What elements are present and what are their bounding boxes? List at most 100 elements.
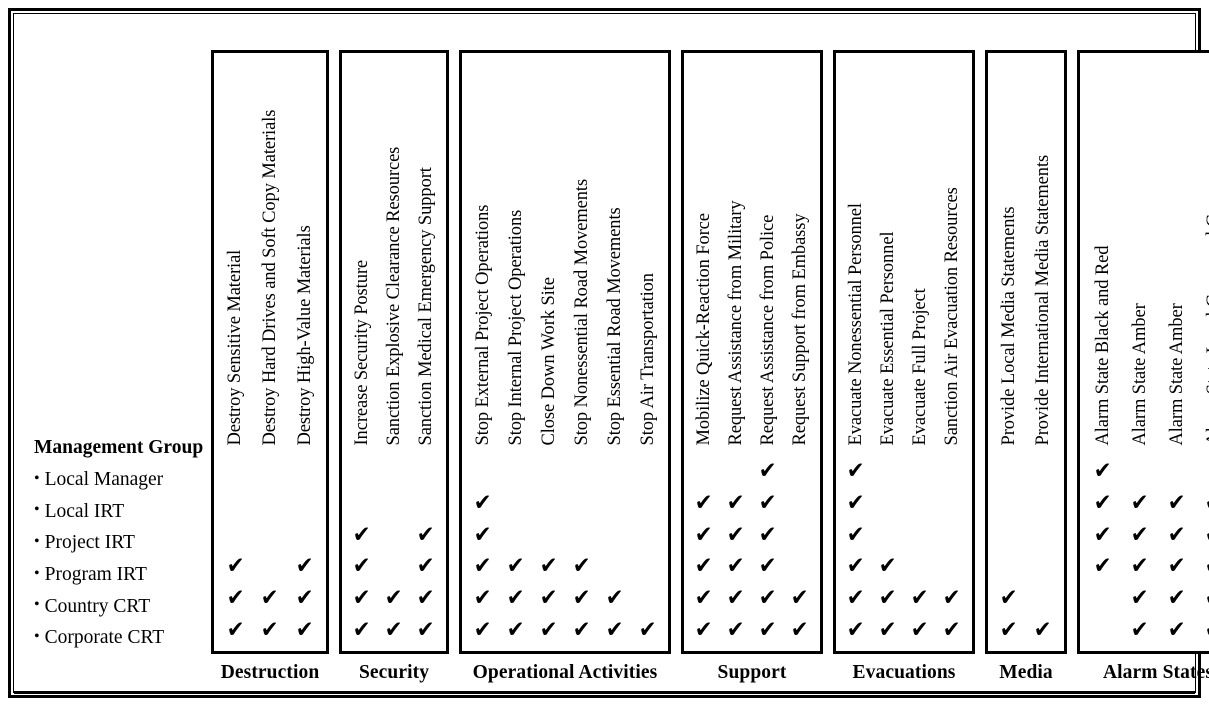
checkmark-cell[interactable]: ✔	[1121, 551, 1158, 583]
empty-cell[interactable]: ✔	[904, 488, 936, 520]
empty-cell[interactable]: ✔	[565, 456, 598, 488]
empty-cell[interactable]: ✔	[253, 456, 288, 488]
checkmark-cell[interactable]: ✔	[720, 519, 752, 551]
column-evacuate-full-project[interactable]: Evacuate Full Project✔✔✔✔✔✔	[904, 53, 936, 651]
checkmark-cell[interactable]: ✔	[1158, 488, 1195, 520]
empty-cell[interactable]: ✔	[936, 519, 968, 551]
empty-cell[interactable]: ✔	[904, 551, 936, 583]
empty-cell[interactable]: ✔	[936, 551, 968, 583]
empty-cell[interactable]: ✔	[1084, 614, 1121, 646]
empty-cell[interactable]: ✔	[378, 551, 410, 583]
checkmark-cell[interactable]: ✔	[499, 614, 532, 646]
checkmark-cell[interactable]: ✔	[720, 488, 752, 520]
column-evacuate-essential-personnel[interactable]: Evacuate Essential Personnel✔✔✔✔✔✔	[872, 53, 904, 651]
checkmark-cell[interactable]: ✔	[378, 583, 410, 615]
checkmark-cell[interactable]: ✔	[466, 614, 499, 646]
empty-cell[interactable]: ✔	[904, 456, 936, 488]
column-request-assistance-from-police[interactable]: Request Assistance from Police ✔ ✔ ✔ ✔ ✔ ✔	[752, 53, 784, 651]
checkmark-cell[interactable]: ✔	[720, 614, 752, 646]
checkmark-cell[interactable]: ✔	[872, 614, 904, 646]
checkmark-cell[interactable]: ✔	[346, 551, 378, 583]
checkmark-cell[interactable]: ✔	[218, 583, 253, 615]
checkmark-cell[interactable]: ✔	[992, 583, 1026, 615]
checkmark-cell[interactable]: ✔	[752, 488, 784, 520]
empty-cell[interactable]: ✔	[287, 488, 322, 520]
column-close-down-work-site[interactable]: Close Down Work Site✔✔✔✔✔✔	[532, 53, 565, 651]
checkmark-cell[interactable]: ✔	[598, 614, 631, 646]
empty-cell[interactable]: ✔	[499, 488, 532, 520]
empty-cell[interactable]: ✔	[287, 456, 322, 488]
column-sanction-medical-emergency-support[interactable]: Sanction Medical Emergency Support✔✔✔✔✔✔	[410, 53, 442, 651]
checkmark-cell[interactable]: ✔	[1121, 488, 1158, 520]
empty-cell[interactable]: ✔	[466, 456, 499, 488]
checkmark-cell[interactable]: ✔	[1084, 488, 1121, 520]
empty-cell[interactable]: ✔	[598, 488, 631, 520]
column-sanction-explosive-clearance-resources[interactable]: Sanction Explosive Clearance Resources ✔ ✔…	[378, 53, 410, 651]
checkmark-cell[interactable]: ✔	[1084, 551, 1121, 583]
checkmark-cell[interactable]: ✔	[688, 488, 720, 520]
checkmark-cell[interactable]: ✔	[1121, 583, 1158, 615]
column-stop-air-transportation[interactable]: Stop Air Transportation✔✔✔✔✔✔	[631, 53, 664, 651]
column-stop-essential-road-movements[interactable]: Stop Essential Road Movements✔✔✔✔✔✔	[598, 53, 631, 651]
column-request-support-from-embassy[interactable]: Request Support from Embassy✔✔✔✔✔✔	[784, 53, 816, 651]
checkmark-cell[interactable]: ✔	[872, 583, 904, 615]
checkmark-cell[interactable]: ✔	[752, 519, 784, 551]
checkmark-cell[interactable]: ✔	[688, 614, 720, 646]
row-label-local-irt[interactable]: • Local IRT	[34, 496, 214, 528]
empty-cell[interactable]: ✔	[936, 456, 968, 488]
checkmark-cell[interactable]: ✔	[752, 551, 784, 583]
checkmark-cell[interactable]: ✔	[565, 614, 598, 646]
empty-cell[interactable]: ✔	[410, 456, 442, 488]
checkmark-cell[interactable]: ✔	[410, 614, 442, 646]
checkmark-cell[interactable]: ✔	[1195, 519, 1209, 551]
empty-cell[interactable]: ✔	[565, 488, 598, 520]
empty-cell[interactable]: ✔	[598, 551, 631, 583]
checkmark-cell[interactable]: ✔	[784, 614, 816, 646]
empty-cell[interactable]: ✔	[992, 551, 1026, 583]
checkmark-cell[interactable]: ✔	[752, 583, 784, 615]
empty-cell[interactable]: ✔	[992, 488, 1026, 520]
empty-cell[interactable]: ✔	[218, 456, 253, 488]
empty-cell[interactable]: ✔	[720, 456, 752, 488]
empty-cell[interactable]: ✔	[1026, 551, 1060, 583]
empty-cell[interactable]: ✔	[784, 519, 816, 551]
empty-cell[interactable]: ✔	[1158, 456, 1195, 488]
checkmark-cell[interactable]: ✔	[1158, 551, 1195, 583]
column-request-assistance-from-military[interactable]: Request Assistance from Military✔✔✔✔✔✔	[720, 53, 752, 651]
checkmark-cell[interactable]: ✔	[346, 614, 378, 646]
checkmark-cell[interactable]: ✔	[410, 583, 442, 615]
column-sanction-air-evacuation-resources[interactable]: Sanction Air Evacuation Resources✔✔✔✔✔✔	[936, 53, 968, 651]
empty-cell[interactable]: ✔	[872, 488, 904, 520]
column-destroy-hard-drives-and-soft-copy-materials[interactable]: Destroy Hard Drives and Soft Copy Materi…	[253, 53, 288, 651]
empty-cell[interactable]: ✔	[631, 519, 664, 551]
empty-cell[interactable]: ✔	[784, 488, 816, 520]
column-provide-international-media-statements[interactable]: Provide International Media Statements✔✔…	[1026, 53, 1060, 651]
empty-cell[interactable]: ✔	[992, 519, 1026, 551]
empty-cell[interactable]: ✔	[253, 488, 288, 520]
row-label-program-irt[interactable]: • Program IRT	[34, 559, 214, 591]
checkmark-cell[interactable]: ✔	[466, 551, 499, 583]
checkmark-cell[interactable]: ✔	[936, 614, 968, 646]
checkmark-cell[interactable]: ✔	[720, 583, 752, 615]
empty-cell[interactable]: ✔	[936, 488, 968, 520]
checkmark-cell[interactable]: ✔	[1195, 551, 1209, 583]
checkmark-cell[interactable]: ✔	[218, 551, 253, 583]
checkmark-cell[interactable]: ✔	[1026, 614, 1060, 646]
checkmark-cell[interactable]: ✔	[840, 614, 872, 646]
empty-cell[interactable]: ✔	[784, 456, 816, 488]
empty-cell[interactable]: ✔	[1195, 456, 1209, 488]
empty-cell[interactable]: ✔	[784, 551, 816, 583]
column-stop-nonessential-road-movements[interactable]: Stop Nonessential Road Movements✔✔✔✔✔✔	[565, 53, 598, 651]
checkmark-cell[interactable]: ✔	[253, 614, 288, 646]
empty-cell[interactable]: ✔	[378, 456, 410, 488]
empty-cell[interactable]: ✔	[565, 519, 598, 551]
empty-cell[interactable]: ✔	[253, 519, 288, 551]
empty-cell[interactable]: ✔	[218, 519, 253, 551]
checkmark-cell[interactable]: ✔	[752, 456, 784, 488]
empty-cell[interactable]: ✔	[598, 456, 631, 488]
empty-cell[interactable]: ✔	[631, 551, 664, 583]
empty-cell[interactable]: ✔	[631, 456, 664, 488]
checkmark-cell[interactable]: ✔	[840, 488, 872, 520]
empty-cell[interactable]: ✔	[631, 583, 664, 615]
empty-cell[interactable]: ✔	[499, 519, 532, 551]
